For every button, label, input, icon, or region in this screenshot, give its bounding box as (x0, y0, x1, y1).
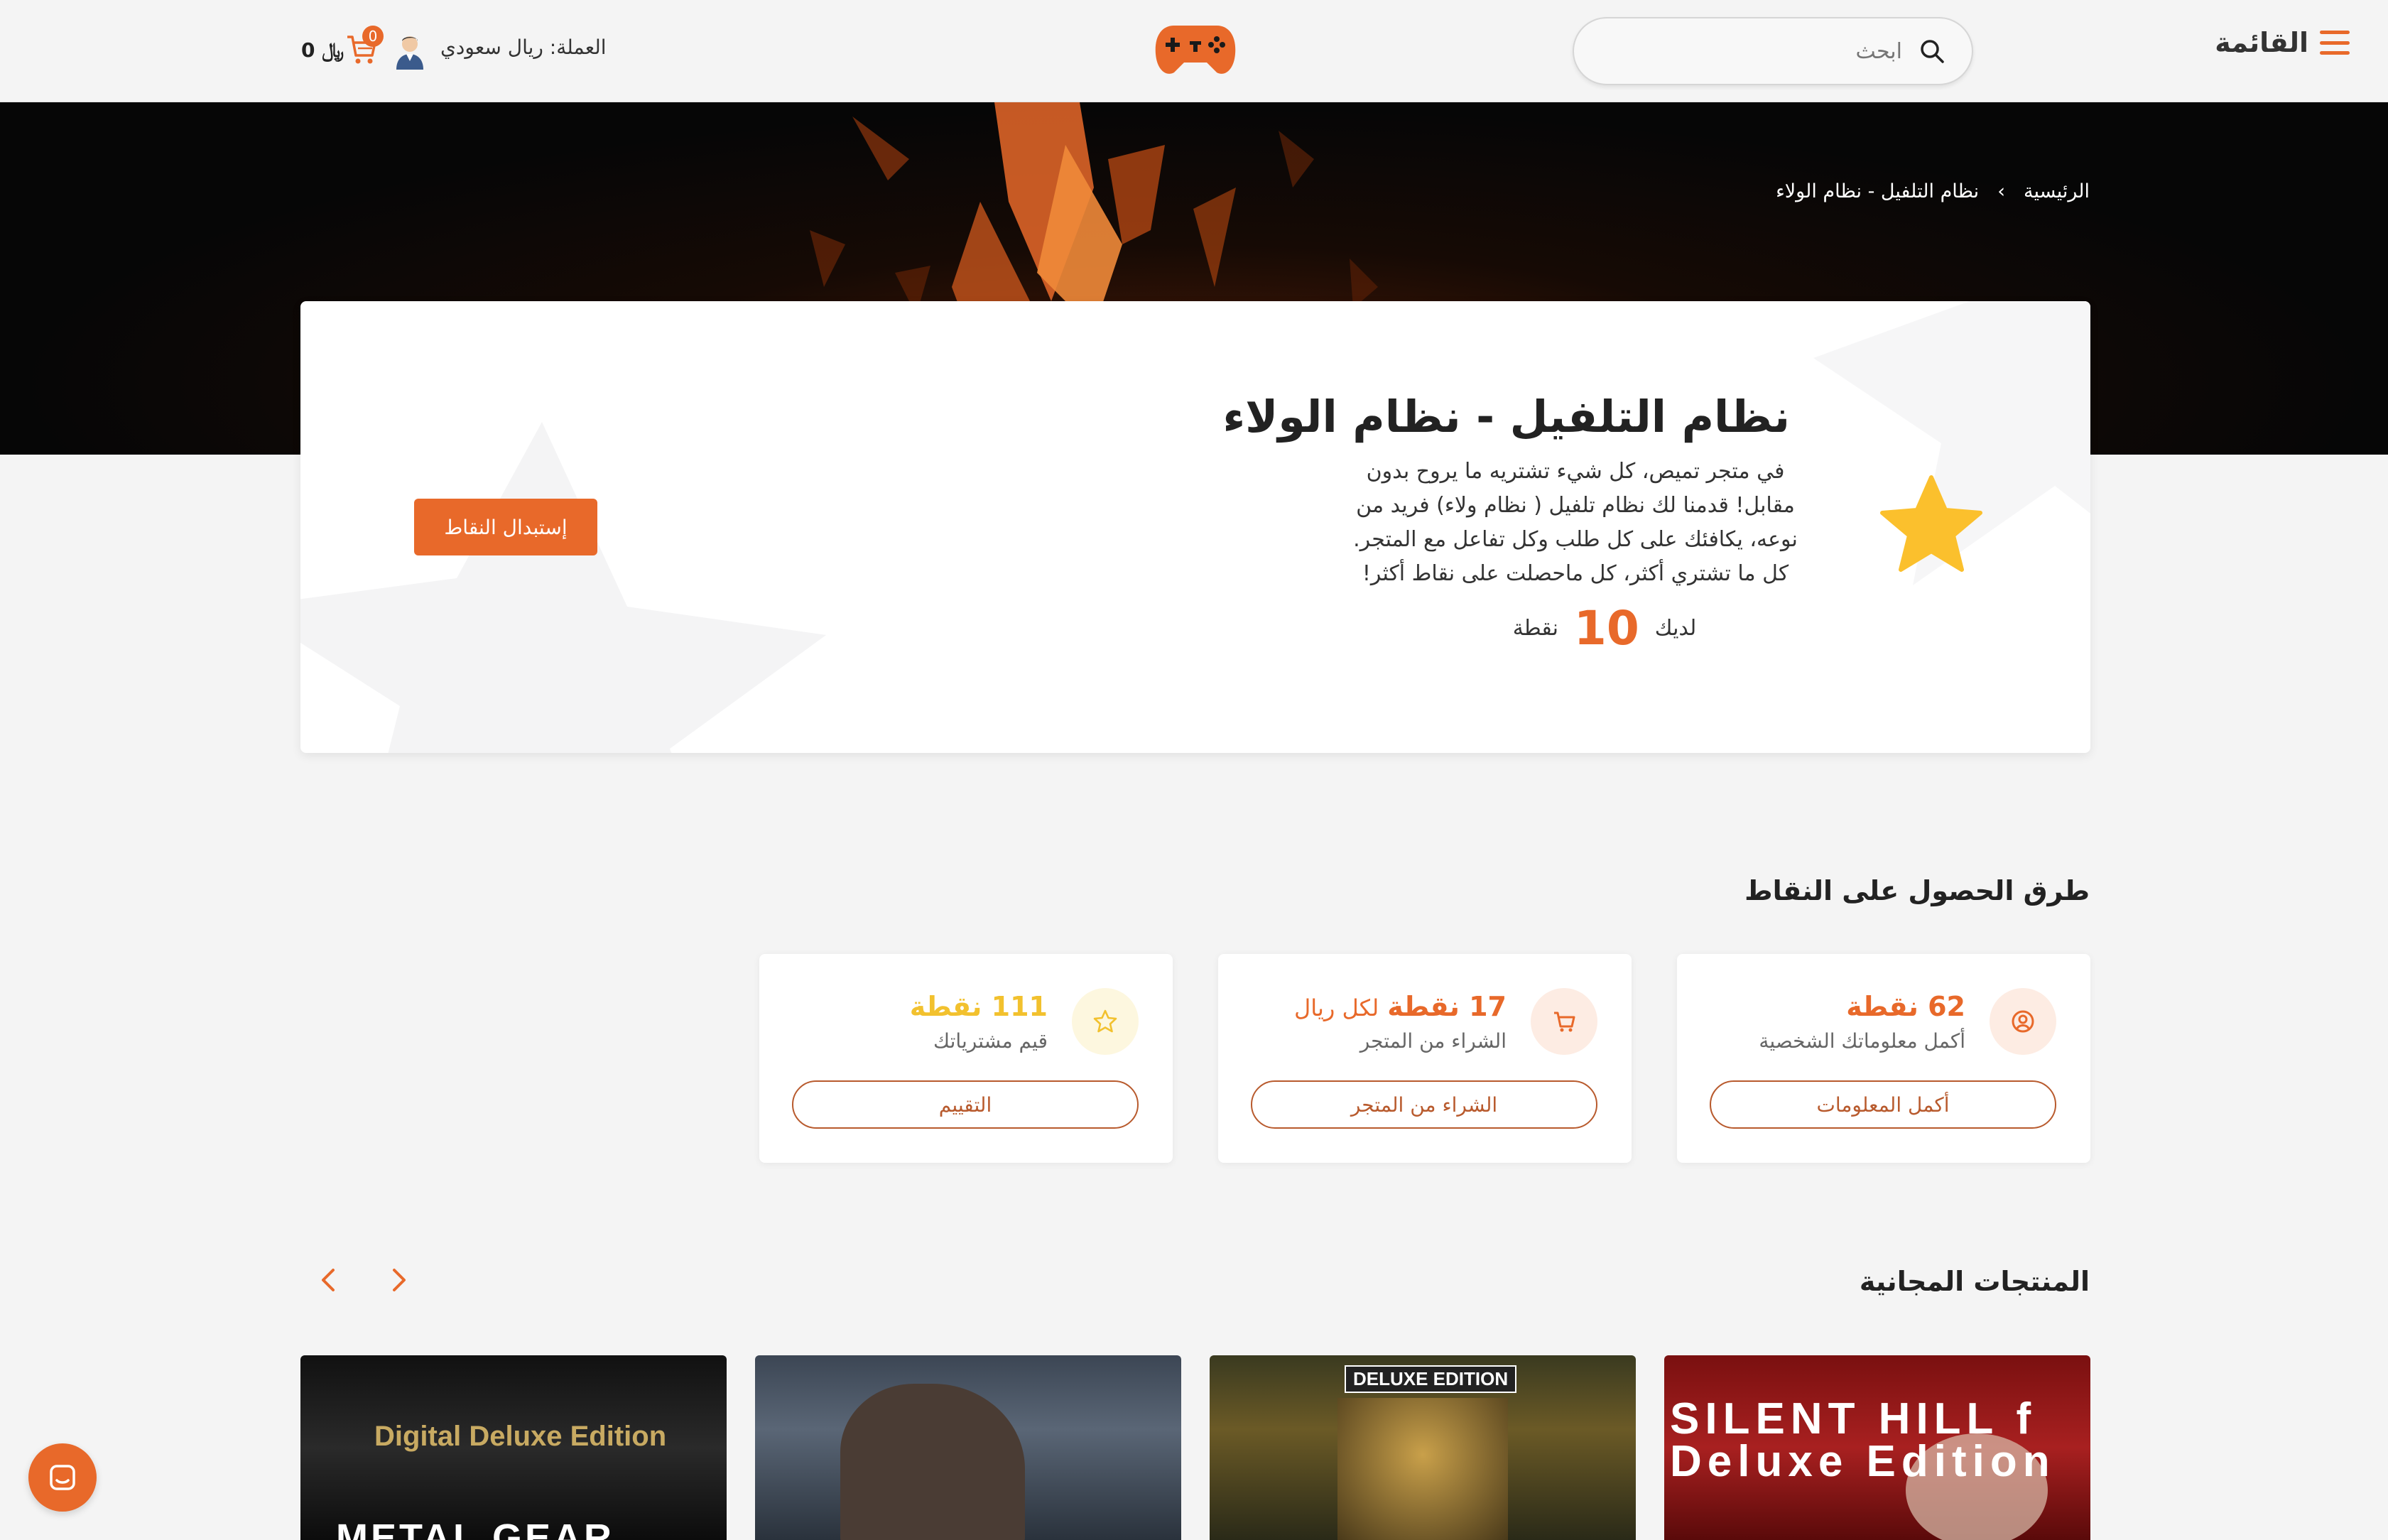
menu-label: القائمة (2215, 27, 2308, 58)
site-header: القائمة العملة: ريال سعودي 0 0 ﷼ (0, 0, 2388, 102)
carousel-next-arrow-icon[interactable] (313, 1264, 344, 1296)
earn-subtitle: قيم مشترياتك (933, 1029, 1048, 1053)
cart-icon (1531, 988, 1597, 1055)
breadcrumb-current: نظام التلفيل - نظام الولاء (1776, 180, 1980, 202)
decorative-star-shape (300, 422, 826, 753)
earn-card-rating: 111 نقطة قيم مشترياتك التقييم (759, 954, 1173, 1163)
earn-points-title: طرق الحصول على النقاط (1744, 875, 2090, 906)
product-image-art (1337, 1398, 1508, 1540)
product-card-deluxe[interactable]: DELUXE EDITION (1210, 1355, 1636, 1540)
earn-subtitle: الشراء من المتجر (1359, 1029, 1507, 1053)
product-card-last-of-us[interactable] (755, 1355, 1181, 1540)
shop-now-button[interactable]: الشراء من المتجر (1251, 1080, 1597, 1129)
points-value: 10 (1573, 601, 1639, 656)
free-products-title: المنتجات المجانية (1859, 1266, 2090, 1297)
breadcrumb-home-link[interactable]: الرئيسية (2024, 180, 2090, 202)
chat-support-button[interactable] (28, 1443, 97, 1512)
loyalty-card: نظام التلفيل - نظام الولاء في متجر تميص،… (300, 301, 2090, 753)
search-box[interactable] (1573, 17, 1973, 85)
star-icon (1880, 475, 1982, 572)
search-input[interactable] (1618, 38, 1902, 64)
earn-points-value: 17 نقطة (1387, 991, 1507, 1022)
cart-total: 0 ﷼ (301, 38, 344, 62)
earn-subtitle: أكمل معلوماتك الشخصية (1759, 1029, 1965, 1053)
loyalty-description: في متجر تميص، كل شيء تشتريه ما يروح بدون… (1353, 459, 1798, 586)
product-title: SILENT HILL f Deluxe Edition (1670, 1394, 2056, 1486)
product-card-silent-hill[interactable]: SILENT HILL f Deluxe Edition (1664, 1355, 2090, 1540)
search-icon (1921, 40, 1944, 63)
star-outline-icon (1072, 988, 1139, 1055)
points-unit: نقطة (1512, 616, 1558, 641)
carousel-prev-arrow-icon[interactable] (384, 1264, 415, 1296)
user-circle-icon (1990, 988, 2056, 1055)
earn-card-profile: 62 نقطة أكمل معلوماتك الشخصية أكمل المعل… (1677, 954, 2090, 1163)
user-avatar-icon[interactable] (394, 33, 426, 70)
loyalty-title: نظام التلفيل - نظام الولاء (1222, 391, 1790, 443)
breadcrumb-separator: › (1997, 180, 2005, 202)
gamepad-logo-icon[interactable] (1153, 21, 1238, 78)
product-title: Digital Deluxe Edition (374, 1421, 667, 1452)
cart-count-badge: 0 (362, 26, 384, 47)
hamburger-icon (2320, 31, 2350, 55)
currency-selector[interactable]: العملة: ريال سعودي (440, 36, 607, 59)
points-prefix: لديك (1654, 616, 1697, 641)
points-balance: لديك 10 نقطة (1498, 601, 1711, 656)
product-image-character (840, 1384, 1025, 1540)
breadcrumb: الرئيسية › نظام التلفيل - نظام الولاء (1776, 180, 2090, 202)
earn-card-purchase: 17 نقطة لكل ريال الشراء من المتجر الشراء… (1218, 954, 1632, 1163)
chat-icon (50, 1465, 75, 1490)
product-subtitle: METAL GEAR SOLID (336, 1517, 615, 1540)
earn-points-line: 17 نقطة لكل ريال (1294, 991, 1507, 1022)
redeem-points-button[interactable]: إستبدال النقاط (414, 499, 597, 555)
rate-button[interactable]: التقييم (792, 1080, 1139, 1129)
earn-points-value: 111 نقطة (909, 991, 1048, 1022)
product-badge: DELUXE EDITION (1345, 1365, 1517, 1393)
product-card-metal-gear[interactable]: Digital Deluxe Edition METAL GEAR SOLID (300, 1355, 727, 1540)
earn-points-suffix: لكل ريال (1294, 994, 1379, 1021)
menu-button[interactable]: القائمة (2215, 27, 2350, 58)
earn-points-value: 62 نقطة (1846, 991, 1965, 1022)
complete-profile-button[interactable]: أكمل المعلومات (1710, 1080, 2056, 1129)
